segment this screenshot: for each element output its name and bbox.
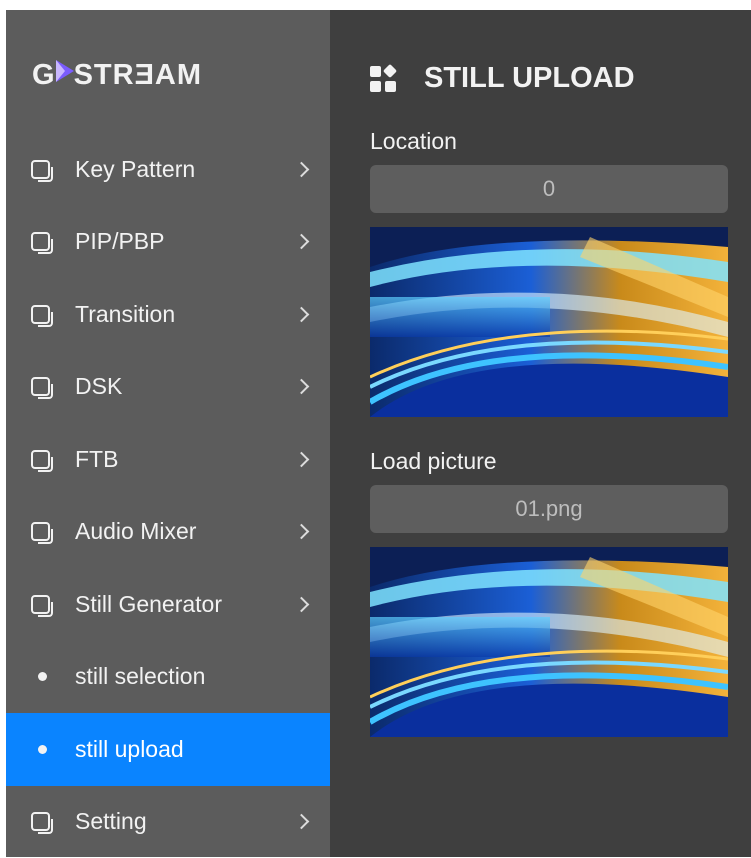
sidebar-item-label: Setting — [75, 808, 147, 835]
main-panel: STILL UPLOAD Location 0 — [330, 10, 751, 857]
bullet-icon — [38, 745, 47, 754]
location-label: Location — [370, 128, 457, 155]
sidebar-item-label: Audio Mixer — [75, 518, 196, 545]
pages-icon — [31, 595, 50, 614]
play-logo-icon — [54, 58, 76, 92]
sidebar-item-audio-mixer[interactable]: Audio Mixer — [6, 496, 330, 569]
logo-text-left: G — [32, 59, 56, 92]
pages-icon — [31, 160, 50, 179]
chevron-right-icon — [294, 306, 310, 322]
pages-icon — [31, 232, 50, 251]
chevron-right-icon — [294, 814, 310, 830]
chevron-right-icon — [294, 161, 310, 177]
chevron-right-icon — [294, 379, 310, 395]
widgets-icon — [370, 66, 396, 92]
sidebar-item-setting[interactable]: Setting — [6, 786, 330, 858]
sidebar-item-transition[interactable]: Transition — [6, 278, 330, 351]
sidebar-menu: Key Pattern PIP/PBP Transition DSK FTB — [6, 133, 330, 858]
chevron-right-icon — [294, 524, 310, 540]
sidebar-item-label: FTB — [75, 446, 118, 473]
logo-text-right: STRƎAM — [74, 59, 202, 92]
sidebar-item-dsk[interactable]: DSK — [6, 351, 330, 424]
page-title-text: STILL UPLOAD — [424, 62, 635, 95]
brand-logo: G STRƎAM — [32, 58, 202, 92]
sidebar-item-pip-pbp[interactable]: PIP/PBP — [6, 206, 330, 279]
loaded-picture-preview — [370, 547, 728, 737]
location-field[interactable]: 0 — [370, 165, 728, 213]
sidebar-item-label: Key Pattern — [75, 156, 195, 183]
pages-icon — [31, 522, 50, 541]
sidebar-item-label: Still Generator — [75, 591, 222, 618]
load-picture-label: Load picture — [370, 448, 497, 475]
chevron-right-icon — [294, 451, 310, 467]
bullet-icon — [38, 672, 47, 681]
app-window: G STRƎAM Key Pattern PIP/PBP — [6, 10, 751, 857]
location-preview-image — [370, 227, 728, 417]
sidebar-item-still-generator[interactable]: Still Generator — [6, 568, 330, 641]
sidebar-item-label: Transition — [75, 301, 175, 328]
chevron-right-icon — [294, 596, 310, 612]
pages-icon — [31, 450, 50, 469]
pages-icon — [31, 812, 50, 831]
pages-icon — [31, 305, 50, 324]
sidebar-item-label: still selection — [75, 663, 205, 690]
load-picture-field[interactable]: 01.png — [370, 485, 728, 533]
sidebar-item-key-pattern[interactable]: Key Pattern — [6, 133, 330, 206]
sidebar-item-ftb[interactable]: FTB — [6, 423, 330, 496]
sidebar-subitem-still-selection[interactable]: still selection — [6, 641, 330, 714]
sidebar-subitem-still-upload[interactable]: still upload — [6, 713, 330, 786]
pages-icon — [31, 377, 50, 396]
sidebar-item-label: PIP/PBP — [75, 228, 164, 255]
sidebar: G STRƎAM Key Pattern PIP/PBP — [6, 10, 330, 857]
sidebar-item-label: DSK — [75, 373, 122, 400]
sidebar-item-label: still upload — [75, 736, 184, 763]
chevron-right-icon — [294, 234, 310, 250]
page-title: STILL UPLOAD — [370, 62, 635, 95]
